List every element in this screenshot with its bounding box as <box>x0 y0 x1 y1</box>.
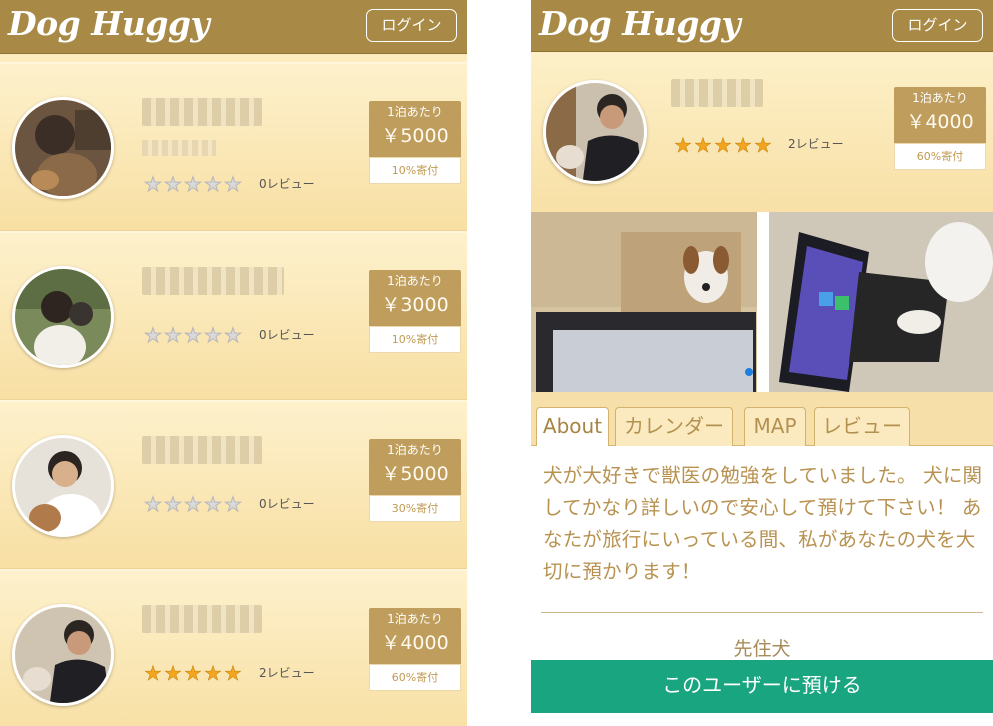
profile-header: ★ ★ ★ ★ ★ 2レビュー 1泊あたり ￥4000 60%寄付 <box>531 53 993 212</box>
avatar <box>543 80 647 184</box>
star-filled-icon: ★ <box>184 661 202 686</box>
review-count[interactable]: 0レビュー <box>259 175 315 192</box>
rating-stars: ★ ★ ★ ★ ★ <box>143 492 243 517</box>
sitter-card[interactable]: ★ ★ ★ ★ ★ 0レビュー 1泊あたり ￥3000 10%寄付 <box>0 231 467 400</box>
star-empty-icon: ★ <box>224 492 243 517</box>
blurred-name <box>142 267 284 295</box>
price-unit: 1泊あたり <box>387 274 443 288</box>
star-filled-icon: ★ <box>204 661 222 686</box>
star-empty-icon: ★ <box>224 172 243 197</box>
star-empty-icon: ★ <box>144 172 163 197</box>
tab-calendar[interactable]: カレンダー <box>615 407 733 447</box>
price-box: 1泊あたり ￥4000 60%寄付 <box>369 608 461 691</box>
sitter-card[interactable]: ★ ★ ★ ★ ★ 0レビュー 1泊あたり ￥5000 10%寄付 <box>0 62 467 231</box>
price-box: 1泊あたり ￥5000 10%寄付 <box>369 101 461 184</box>
app-logo[interactable]: Dog Huggy <box>8 4 210 43</box>
star-empty-icon: ★ <box>144 492 163 517</box>
blurred-name <box>671 79 763 107</box>
review-count[interactable]: 0レビュー <box>259 326 315 343</box>
login-button[interactable]: ログイン <box>366 9 457 42</box>
avatar <box>12 435 114 537</box>
price-amount: ￥4000 <box>906 111 974 133</box>
price-amount: ￥3000 <box>381 294 449 316</box>
app-header: Dog Huggy ログイン <box>0 0 467 54</box>
donation-rate: 10%寄付 <box>369 157 461 184</box>
price-amount: ￥4000 <box>381 632 449 654</box>
star-empty-icon: ★ <box>184 323 203 348</box>
price-box: 1泊あたり ￥4000 60%寄付 <box>894 87 986 170</box>
price-unit: 1泊あたり <box>387 443 443 457</box>
star-empty-icon: ★ <box>164 172 183 197</box>
app-logo[interactable]: Dog Huggy <box>539 4 741 43</box>
star-empty-icon: ★ <box>164 323 183 348</box>
price-box: 1泊あたり ￥5000 30%寄付 <box>369 439 461 522</box>
avatar <box>12 266 114 368</box>
avatar <box>12 97 114 199</box>
rating-stars: ★ ★ ★ ★ ★ <box>143 661 243 686</box>
rating-stars: ★ ★ ★ ★ ★ <box>143 172 243 197</box>
tab-reviews[interactable]: レビュー <box>814 407 910 447</box>
star-filled-icon: ★ <box>224 661 242 686</box>
divider <box>541 612 983 613</box>
photo-gallery <box>531 212 993 392</box>
star-filled-icon: ★ <box>734 133 752 158</box>
review-count[interactable]: 2レビュー <box>259 664 315 681</box>
star-filled-icon: ★ <box>164 661 182 686</box>
dog-photo[interactable] <box>769 212 993 392</box>
entrust-button[interactable]: このユーザーに預ける <box>531 660 993 713</box>
star-filled-icon: ★ <box>674 133 692 158</box>
blurred-name <box>142 436 262 464</box>
price-box: 1泊あたり ￥3000 10%寄付 <box>369 270 461 353</box>
resident-dogs-heading: 先住犬 <box>733 638 791 660</box>
blurred-name <box>142 98 262 126</box>
price-unit: 1泊あたり <box>387 105 443 119</box>
dog-photo[interactable] <box>531 212 757 392</box>
star-empty-icon: ★ <box>204 323 223 348</box>
donation-rate: 60%寄付 <box>369 664 461 691</box>
star-empty-icon: ★ <box>204 172 223 197</box>
donation-rate: 30%寄付 <box>369 495 461 522</box>
star-empty-icon: ★ <box>204 492 223 517</box>
avatar <box>12 604 114 706</box>
blurred-location <box>142 140 216 156</box>
about-text: 犬が大好きで獣医の勉強をしていました。 犬に関してかなり詳しいので安心して預けて… <box>543 464 983 583</box>
price-amount: ￥5000 <box>381 125 449 147</box>
star-empty-icon: ★ <box>144 323 163 348</box>
sitter-detail-screen: Dog Huggy ログイン ★ ★ ★ ★ ★ 2レビュー 1泊あたり ￥4000 6… <box>531 0 993 726</box>
app-header: Dog Huggy ログイン <box>531 0 993 52</box>
star-filled-icon: ★ <box>144 661 162 686</box>
star-empty-icon: ★ <box>224 323 243 348</box>
star-filled-icon: ★ <box>754 133 772 158</box>
bottom-spacer <box>531 713 993 726</box>
price-unit: 1泊あたり <box>912 91 968 105</box>
login-button[interactable]: ログイン <box>892 9 983 42</box>
sitter-list: ★ ★ ★ ★ ★ 0レビュー 1泊あたり ￥5000 10%寄付 ★ ★ ★ ★ ★ 0レビュ… <box>0 62 467 726</box>
tab-about[interactable]: About <box>536 407 609 447</box>
price-amount: ￥5000 <box>381 463 449 485</box>
sitter-list-screen: Dog Huggy ログイン ★ ★ ★ ★ ★ 0レビュー 1泊あたり ￥5000 1… <box>0 0 467 726</box>
star-empty-icon: ★ <box>184 492 203 517</box>
rating-stars: ★ ★ ★ ★ ★ <box>673 133 773 158</box>
detail-tabs: About カレンダー MAP レビュー <box>531 392 993 447</box>
star-filled-icon: ★ <box>694 133 712 158</box>
rating-stars: ★ ★ ★ ★ ★ <box>143 323 243 348</box>
review-count[interactable]: 0レビュー <box>259 495 315 512</box>
star-empty-icon: ★ <box>184 172 203 197</box>
review-count[interactable]: 2レビュー <box>788 135 844 152</box>
blurred-name <box>142 605 262 633</box>
donation-rate: 10%寄付 <box>369 326 461 353</box>
sitter-card[interactable]: ★ ★ ★ ★ ★ 0レビュー 1泊あたり ￥5000 30%寄付 <box>0 400 467 569</box>
tab-map[interactable]: MAP <box>744 407 806 447</box>
donation-rate: 60%寄付 <box>894 143 986 170</box>
star-empty-icon: ★ <box>164 492 183 517</box>
star-filled-icon: ★ <box>714 133 732 158</box>
price-unit: 1泊あたり <box>387 612 443 626</box>
sitter-card[interactable]: ★ ★ ★ ★ ★ 2レビュー 1泊あたり ￥4000 60%寄付 <box>0 569 467 726</box>
